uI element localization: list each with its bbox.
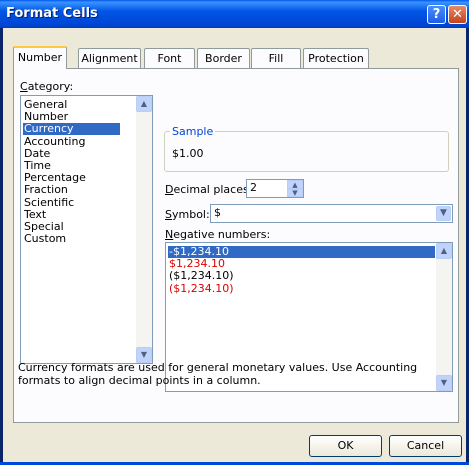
category-item[interactable]: Currency <box>23 123 120 136</box>
category-item[interactable]: Special <box>23 221 120 233</box>
title-bar[interactable]: Format Cells ? ✕ <box>0 0 469 28</box>
sample-legend: Sample <box>170 125 216 138</box>
category-item[interactable]: Scientific <box>23 196 120 209</box>
tab-alignment[interactable]: Alignment <box>78 48 141 68</box>
format-description: Currency formats are used for general mo… <box>18 361 418 387</box>
category-item[interactable]: Custom <box>23 233 120 245</box>
ok-button[interactable]: OK <box>309 435 382 457</box>
decimal-places-label: Decimal places: <box>165 183 253 196</box>
category-item[interactable]: Text <box>23 208 120 221</box>
negative-numbers-label: Negative numbers: <box>165 228 271 241</box>
category-listbox[interactable]: General Number Currency Accounting Date Time P… <box>20 95 153 364</box>
tab-fill[interactable]: Fill <box>251 48 301 68</box>
category-item[interactable]: Time <box>23 160 120 172</box>
tab-protection[interactable]: Protection <box>303 48 369 68</box>
scroll-up-arrow-icon[interactable]: ▲ <box>136 96 152 112</box>
sample-value: $1.00 <box>172 147 204 160</box>
chevron-down-icon[interactable]: ▼ <box>436 206 451 221</box>
tab-number[interactable]: Number <box>13 46 67 69</box>
symbol-value: $ <box>214 206 221 219</box>
category-item[interactable]: Fraction <box>23 184 120 196</box>
dialog-client-area: Number Alignment Font Border Fill Protec… <box>3 28 466 462</box>
tab-font[interactable]: Font <box>144 48 195 68</box>
close-button[interactable]: ✕ <box>448 5 467 24</box>
category-item[interactable]: Date <box>23 147 120 160</box>
category-item[interactable]: Number <box>23 111 120 123</box>
spin-down-icon[interactable]: ▼ <box>287 189 303 197</box>
symbol-label: Symbol: <box>165 208 210 221</box>
negative-number-option[interactable]: $1,234.10 <box>168 258 435 270</box>
tab-border[interactable]: Border <box>197 48 250 68</box>
sample-group: Sample $1.00 <box>164 125 449 172</box>
help-button[interactable]: ? <box>427 5 446 24</box>
symbol-dropdown[interactable]: $ <box>210 204 453 223</box>
category-item[interactable]: General <box>23 99 120 111</box>
negative-number-option[interactable]: ($1,234.10) <box>168 282 435 295</box>
category-label: Category: <box>20 80 74 93</box>
cancel-button[interactable]: Cancel <box>389 435 462 457</box>
scroll-up-arrow-icon[interactable]: ▲ <box>436 243 452 259</box>
category-item[interactable]: Accounting <box>23 135 120 148</box>
negative-number-option[interactable]: -$1,234.10 <box>168 246 435 258</box>
format-cells-window: Format Cells ? ✕ Number Alignment Font B… <box>0 0 469 465</box>
category-item[interactable]: Percentage <box>23 172 120 184</box>
category-scrollbar[interactable]: ▲ ▼ <box>136 96 152 363</box>
window-title: Format Cells <box>6 6 98 21</box>
spin-up-icon[interactable]: ▲ <box>287 180 303 189</box>
negative-number-option[interactable]: ($1,234.10) <box>168 270 435 282</box>
